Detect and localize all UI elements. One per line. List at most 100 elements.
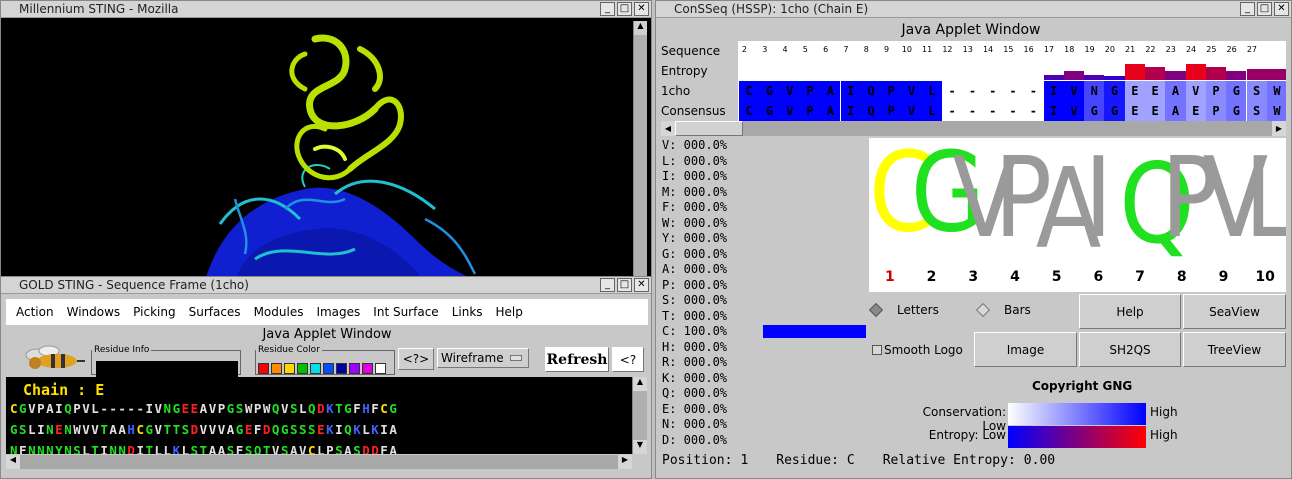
menu-surfaces[interactable]: Surfaces bbox=[189, 305, 241, 319]
residue[interactable]: I bbox=[37, 422, 46, 437]
maximize-button[interactable]: □ bbox=[617, 278, 632, 292]
gold-hscrollbar[interactable]: ◀ ▶ bbox=[6, 455, 632, 469]
menu-int-surface[interactable]: Int Surface bbox=[373, 305, 438, 319]
residue[interactable]: Q bbox=[254, 443, 263, 454]
residue[interactable]: S bbox=[191, 443, 200, 454]
alignment-hscrollbar[interactable]: ◀ ▶ bbox=[661, 121, 1286, 136]
alignment-cell-consensus[interactable]: G bbox=[759, 101, 780, 121]
scroll-down-arrow[interactable]: ▼ bbox=[633, 440, 647, 454]
color-swatch[interactable] bbox=[310, 363, 321, 374]
query-button[interactable]: <?> bbox=[398, 348, 434, 370]
residue[interactable]: C bbox=[308, 443, 317, 454]
alignment-cell-1cho[interactable]: Q bbox=[860, 81, 882, 101]
scroll-left-arrow[interactable]: ◀ bbox=[661, 121, 675, 136]
residue[interactable]: G bbox=[19, 401, 28, 416]
residue[interactable]: S bbox=[227, 443, 236, 454]
alignment-cell-1cho[interactable]: V bbox=[779, 81, 800, 101]
alignment-cell-1cho[interactable]: L bbox=[921, 81, 942, 101]
alignment-cell-1cho[interactable]: P bbox=[1205, 81, 1227, 101]
residue[interactable]: T bbox=[164, 422, 173, 437]
color-swatch[interactable] bbox=[362, 363, 373, 374]
alignment-cell-consensus[interactable]: - bbox=[982, 101, 1003, 121]
scroll-right-arrow[interactable]: ▶ bbox=[1272, 121, 1286, 136]
alignment-cell-consensus[interactable]: E bbox=[1185, 101, 1206, 121]
residue[interactable]: D bbox=[263, 422, 272, 437]
alignment-cell-1cho[interactable]: A bbox=[820, 81, 841, 101]
residue[interactable]: G bbox=[227, 401, 236, 416]
residue[interactable]: V bbox=[299, 443, 308, 454]
residue[interactable]: E bbox=[55, 422, 64, 437]
alignment-grid[interactable]: 2 3 4 5 6 7 8 9 10 11 12 13 14 15 16 17 18 19 20 21 22 23 24 25… bbox=[738, 41, 1286, 121]
residue[interactable]: F bbox=[380, 443, 389, 454]
residue[interactable]: V bbox=[209, 422, 218, 437]
residue[interactable]: N bbox=[28, 443, 37, 454]
residue[interactable]: I bbox=[335, 422, 344, 437]
residue[interactable]: C bbox=[380, 401, 389, 416]
residue[interactable]: S bbox=[290, 401, 299, 416]
residue[interactable]: T bbox=[91, 443, 100, 454]
minimize-button[interactable]: _ bbox=[600, 2, 615, 16]
alignment-cell-consensus[interactable]: V bbox=[1063, 101, 1085, 121]
residue[interactable]: N bbox=[46, 422, 55, 437]
alignment-cell-1cho[interactable]: - bbox=[942, 81, 963, 101]
residue[interactable]: T bbox=[145, 443, 154, 454]
maximize-button[interactable]: □ bbox=[1257, 2, 1272, 16]
residue[interactable]: Q bbox=[272, 422, 281, 437]
residue[interactable]: F bbox=[236, 443, 245, 454]
menu-links[interactable]: Links bbox=[452, 305, 483, 319]
residue[interactable]: P bbox=[254, 401, 263, 416]
residue[interactable]: L bbox=[299, 401, 308, 416]
alignment-cell-consensus[interactable]: S bbox=[1246, 101, 1267, 121]
color-swatch[interactable] bbox=[271, 363, 282, 374]
residue[interactable]: D bbox=[191, 422, 200, 437]
residue[interactable]: G bbox=[344, 401, 353, 416]
residue[interactable]: F bbox=[19, 443, 28, 454]
residue[interactable]: Q bbox=[344, 422, 353, 437]
alignment-cell-1cho[interactable]: S bbox=[1246, 81, 1267, 101]
alignment-cell-1cho[interactable]: P bbox=[799, 81, 821, 101]
residue[interactable]: A bbox=[389, 443, 398, 454]
residue[interactable]: L bbox=[164, 443, 173, 454]
residue[interactable]: P bbox=[326, 443, 335, 454]
residue[interactable]: L bbox=[362, 422, 371, 437]
alignment-cell-1cho[interactable]: P bbox=[881, 81, 902, 101]
residue[interactable]: L bbox=[182, 443, 191, 454]
residue[interactable]: K bbox=[173, 443, 182, 454]
alignment-cell-1cho[interactable]: V bbox=[901, 81, 922, 101]
residue[interactable]: S bbox=[245, 443, 254, 454]
alignment-cell-1cho[interactable]: - bbox=[962, 81, 983, 101]
residue[interactable]: T bbox=[263, 443, 272, 454]
residue[interactable]: W bbox=[263, 401, 272, 416]
alignment-cell-consensus[interactable]: A bbox=[820, 101, 841, 121]
minimize-button[interactable]: _ bbox=[600, 278, 615, 292]
residue[interactable]: T bbox=[335, 401, 344, 416]
help-button[interactable]: Help bbox=[1079, 294, 1181, 329]
alignment-cell-consensus[interactable]: V bbox=[779, 101, 800, 121]
sh2qs-button[interactable]: SH2QS bbox=[1079, 332, 1181, 367]
alignment-cell-consensus[interactable]: G bbox=[1084, 101, 1105, 121]
alignment-cell-consensus[interactable]: I bbox=[1043, 101, 1064, 121]
image-button[interactable]: Image bbox=[974, 332, 1077, 367]
gold-vscrollbar[interactable]: ▲ ▼ bbox=[632, 377, 647, 454]
alignment-cell-1cho[interactable]: E bbox=[1145, 81, 1166, 101]
residue[interactable]: V bbox=[155, 401, 164, 416]
residue[interactable]: V bbox=[200, 422, 209, 437]
refresh-button[interactable]: Refresh bbox=[545, 347, 609, 372]
residue[interactable]: Q bbox=[64, 401, 73, 416]
alignment-cell-consensus[interactable]: - bbox=[1023, 101, 1044, 121]
alignment-cell-consensus[interactable]: A bbox=[1165, 101, 1186, 121]
alignment-cell-consensus[interactable]: L bbox=[921, 101, 942, 121]
residue[interactable]: I bbox=[100, 443, 109, 454]
alignment-cell-1cho[interactable]: G bbox=[1104, 81, 1125, 101]
sting-titlebar[interactable]: Millennium STING - Mozilla _ □ ✕ bbox=[1, 1, 651, 18]
residue[interactable]: P bbox=[37, 401, 46, 416]
residue[interactable]: A bbox=[200, 401, 209, 416]
alignment-cell-consensus[interactable]: E bbox=[1124, 101, 1145, 121]
residue[interactable]: E bbox=[182, 401, 191, 416]
alignment-cell-consensus[interactable]: - bbox=[1002, 101, 1024, 121]
alignment-cell-consensus[interactable]: I bbox=[840, 101, 861, 121]
maximize-button[interactable]: □ bbox=[617, 2, 632, 16]
residue[interactable]: V bbox=[209, 401, 218, 416]
residue[interactable]: A bbox=[46, 401, 55, 416]
gold-titlebar[interactable]: GOLD STING - Sequence Frame (1cho) _ □ ✕ bbox=[1, 277, 651, 294]
